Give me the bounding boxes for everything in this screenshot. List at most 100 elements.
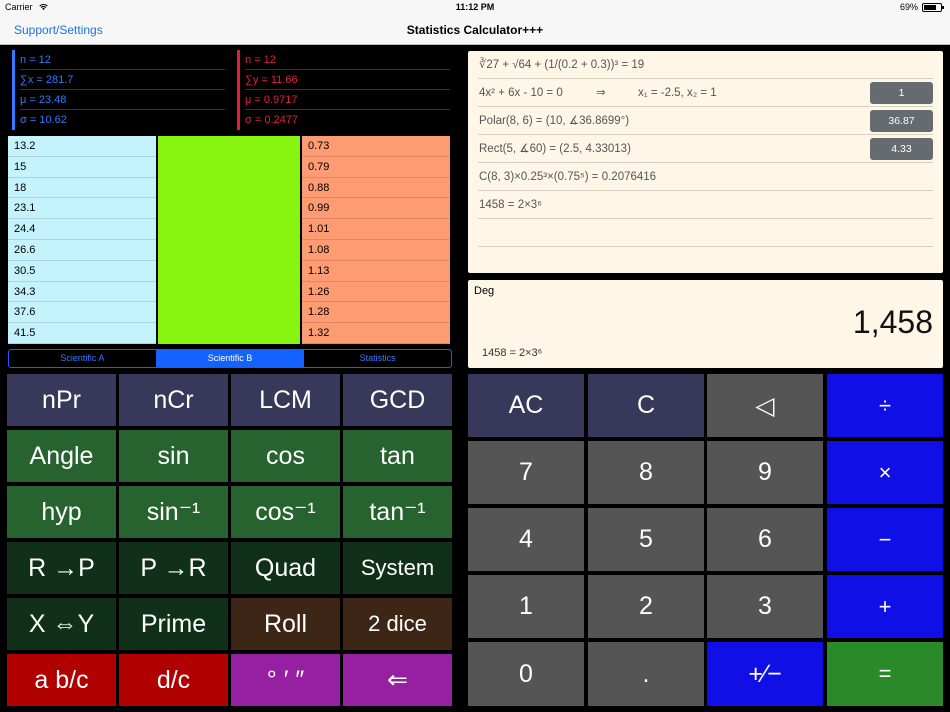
data-cell[interactable]: 1.32 (302, 323, 450, 344)
mixed-fraction-button[interactable]: a b/c (7, 654, 116, 706)
fraction-button[interactable]: d/c (119, 654, 228, 706)
divide-button[interactable]: ÷ (827, 374, 943, 437)
history-row[interactable]: Polar(8, 6) = (10, ∡36.8699°) 36.87 (478, 107, 933, 135)
arcsin-button[interactable]: sin⁻¹ (119, 486, 228, 538)
plus-button[interactable]: + (827, 575, 943, 638)
history-row[interactable]: 1458 = 2×3⁶ (478, 191, 933, 219)
history-text: 1458 = 2×3⁶ (479, 199, 542, 211)
digit-1-button[interactable]: 1 (468, 575, 584, 638)
system-button[interactable]: System (343, 542, 452, 594)
data-cell[interactable]: 23.1 (8, 198, 156, 220)
data-cell[interactable]: 34.3 (8, 282, 156, 303)
implies-arrow-icon: ⇒ (596, 87, 606, 99)
tab-scientific-a[interactable]: Scientific A (9, 350, 157, 367)
history-result-button[interactable]: 36.87 (870, 110, 933, 132)
sign-toggle-button[interactable]: +∕− (707, 642, 823, 706)
data-cell[interactable]: 37.6 (8, 302, 156, 324)
data-cell[interactable]: 41.5 (8, 323, 156, 344)
roll-button[interactable]: Roll (231, 598, 340, 650)
multiply-button[interactable]: × (827, 441, 943, 504)
middle-data-column[interactable] (158, 136, 300, 344)
decimal-button[interactable]: . (588, 642, 704, 706)
arccos-button[interactable]: cos⁻¹ (231, 486, 340, 538)
data-cell[interactable]: 0.73 (302, 136, 450, 157)
data-cell[interactable]: 1.28 (302, 302, 450, 324)
clear-button[interactable]: C (588, 374, 704, 437)
sin-button[interactable]: sin (119, 430, 228, 482)
status-bar: Carrier 11:12 PM 69% (0, 0, 950, 15)
ncr-button[interactable]: nCr (119, 374, 228, 426)
digit-0-button[interactable]: 0 (468, 642, 584, 706)
history-result-button[interactable]: 1 (870, 82, 933, 104)
digit-8-button[interactable]: 8 (588, 441, 704, 504)
cos-button[interactable]: cos (231, 430, 340, 482)
data-cell[interactable]: 1.01 (302, 219, 450, 240)
history-text: ∛27 + √64 + (1/(0.2 + 0.3))³ = 19 (479, 59, 645, 71)
history-row[interactable]: C(8, 3)×0.25³×(0.75⁵) = 0.2076416 (478, 163, 933, 191)
history-row[interactable]: ∛27 + √64 + (1/(0.2 + 0.3))³ = 19 (478, 51, 933, 79)
result-display: Deg 1,458 1458 = 2×3⁶ (468, 280, 943, 368)
two-dice-button[interactable]: 2 dice (343, 598, 452, 650)
digit-6-button[interactable]: 6 (707, 508, 823, 571)
y-summary: n = 12 ∑y = 11.66 μ = 0.9717 σ = 0.2477 (233, 48, 453, 133)
mode-segmented-control: Scientific A Scientific B Statistics (8, 349, 452, 368)
data-cell[interactable]: 13.2 (8, 136, 156, 157)
nav-bar: Support/Settings Statistics Calculator++… (0, 15, 950, 45)
digit-5-button[interactable]: 5 (588, 508, 704, 571)
tab-scientific-b[interactable]: Scientific B (156, 350, 305, 367)
history-text: Polar(8, 6) = (10, ∡36.8699°) (479, 115, 630, 127)
x-sum: ∑x = 281.7 (20, 70, 225, 90)
tab-statistics[interactable]: Statistics (304, 350, 451, 367)
equals-button[interactable]: = (827, 642, 943, 706)
data-cell[interactable]: 1.08 (302, 240, 450, 261)
prime-button[interactable]: Prime (119, 598, 228, 650)
digit-2-button[interactable]: 2 (588, 575, 704, 638)
lcm-button[interactable]: LCM (231, 374, 340, 426)
display-expression: 1458 = 2×3⁶ (482, 347, 543, 359)
data-cell[interactable]: 0.88 (302, 178, 450, 199)
x-mean: μ = 23.48 (20, 90, 225, 110)
y-data-column[interactable]: 0.73 0.79 0.88 0.99 1.01 1.08 1.13 1.26 1.28 1.32 (302, 136, 450, 344)
degree-minute-second-button[interactable]: ° ′ ″ (231, 654, 340, 706)
tan-button[interactable]: tan (343, 430, 452, 482)
hyp-button[interactable]: hyp (7, 486, 116, 538)
x-sd: σ = 10.62 (20, 114, 67, 126)
angle-mode-label[interactable]: Deg (474, 285, 494, 297)
data-cell[interactable]: 1.13 (302, 261, 450, 282)
battery-percent: 69% (899, 2, 918, 12)
digit-7-button[interactable]: 7 (468, 441, 584, 504)
data-cell[interactable]: 15 (8, 157, 156, 178)
quad-button[interactable]: Quad (231, 542, 340, 594)
data-cell[interactable]: 26.6 (8, 240, 156, 261)
digit-9-button[interactable]: 9 (707, 441, 823, 504)
data-cell[interactable]: 18 (8, 178, 156, 199)
y-sd: σ = 0.2477 (245, 114, 298, 126)
all-clear-button[interactable]: AC (468, 374, 584, 437)
rect-to-polar-button[interactable]: R →P (7, 542, 116, 594)
history-row[interactable]: 4x² + 6x - 10 = 0 ⇒ x₁ = -2.5, x₂ = 1 1 (478, 79, 933, 107)
delete-icon[interactable]: ◁ (707, 374, 823, 437)
data-cell[interactable]: 30.5 (8, 261, 156, 282)
minus-button[interactable]: − (827, 508, 943, 571)
history-text: Rect(5, ∡60) = (2.5, 4.33013) (479, 143, 631, 155)
backspace-button[interactable]: ⇐ (343, 654, 452, 706)
polar-to-rect-button[interactable]: P →R (119, 542, 228, 594)
data-cell[interactable]: 0.99 (302, 198, 450, 220)
arctan-button[interactable]: tan⁻¹ (343, 486, 452, 538)
x-data-column[interactable]: 13.2 15 18 23.1 24.4 26.6 30.5 34.3 37.6 41.5 (8, 136, 156, 344)
y-mean: μ = 0.9717 (245, 90, 450, 110)
data-cell[interactable]: 24.4 (8, 219, 156, 240)
angle-button[interactable]: Angle (7, 430, 116, 482)
data-cell[interactable]: 0.79 (302, 157, 450, 178)
gcd-button[interactable]: GCD (343, 374, 452, 426)
x-accent-bar (12, 50, 15, 130)
npr-button[interactable]: nPr (7, 374, 116, 426)
data-cell[interactable]: 1.26 (302, 282, 450, 303)
history-row[interactable]: Rect(5, ∡60) = (2.5, 4.33013) 4.33 (478, 135, 933, 163)
digit-3-button[interactable]: 3 (707, 575, 823, 638)
x-count: n = 12 (20, 50, 225, 70)
history-result-button[interactable]: 4.33 (870, 138, 933, 160)
digit-4-button[interactable]: 4 (468, 508, 584, 571)
swap-xy-button[interactable]: X ⇔Y (7, 598, 116, 650)
battery-icon (922, 2, 944, 12)
